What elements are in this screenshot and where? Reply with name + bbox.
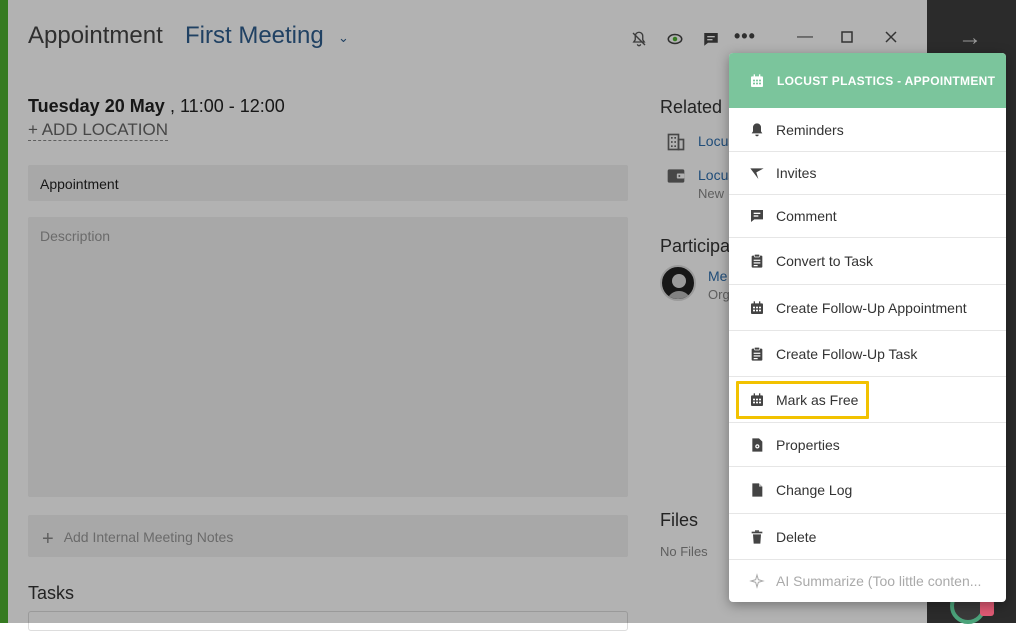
menu-item-label: Delete xyxy=(776,528,817,545)
menu-item-label: AI Summarize (Too little conten... xyxy=(776,573,982,589)
clipboard-icon xyxy=(751,254,763,268)
send-icon xyxy=(750,168,764,179)
menu-item-convert-to-task[interactable]: Convert to Task xyxy=(729,238,1006,285)
menu-item-label: Change Log xyxy=(776,482,853,498)
menu-item-label: Comment xyxy=(776,208,837,224)
menu-item-create-follow-up-appointment[interactable]: Create Follow-Up Appointment xyxy=(729,285,1006,331)
menu-item-label: Create Follow-Up Appointment xyxy=(776,299,967,316)
calendar-icon xyxy=(751,300,763,314)
maximize-icon[interactable] xyxy=(841,31,853,43)
menu-item-label: Properties xyxy=(776,436,840,453)
sparkle-icon xyxy=(749,573,765,589)
calendar-icon xyxy=(751,73,763,87)
bell-icon xyxy=(751,123,763,137)
menu-item-change-log[interactable]: Change Log xyxy=(729,467,1006,514)
appointment-context-menu: LOCUST PLASTICS - APPOINTMENT Reminders … xyxy=(729,53,1006,602)
menu-item-label: Convert to Task xyxy=(776,253,874,269)
menu-item-ai-summarize[interactable]: AI Summarize (Too little conten... xyxy=(729,560,1006,602)
notification-badge xyxy=(980,600,994,616)
arrow-right-icon[interactable]: → xyxy=(958,26,982,50)
trash-icon xyxy=(751,529,763,544)
clipboard-icon xyxy=(751,346,763,361)
comment-icon xyxy=(751,210,763,222)
menu-item-comment[interactable]: Comment xyxy=(729,195,1006,238)
highlight-box xyxy=(736,381,869,419)
menu-item-invites[interactable]: Invites xyxy=(729,152,1006,195)
menu-item-label: Invites xyxy=(776,165,817,181)
menu-item-properties[interactable]: Properties xyxy=(729,423,1006,467)
minimize-icon[interactable]: — xyxy=(797,28,813,46)
properties-icon xyxy=(752,437,763,452)
close-icon[interactable] xyxy=(885,31,897,43)
menu-header-label: LOCUST PLASTICS - APPOINTMENT xyxy=(777,73,996,88)
document-icon xyxy=(752,483,763,497)
menu-item-reminders[interactable]: Reminders xyxy=(729,109,1006,152)
menu-header: LOCUST PLASTICS - APPOINTMENT xyxy=(729,53,1006,108)
menu-item-label: Create Follow-Up Task xyxy=(776,345,918,362)
menu-item-delete[interactable]: Delete xyxy=(729,514,1006,560)
menu-item-create-follow-up-task[interactable]: Create Follow-Up Task xyxy=(729,331,1006,377)
menu-item-label: Reminders xyxy=(776,122,844,138)
